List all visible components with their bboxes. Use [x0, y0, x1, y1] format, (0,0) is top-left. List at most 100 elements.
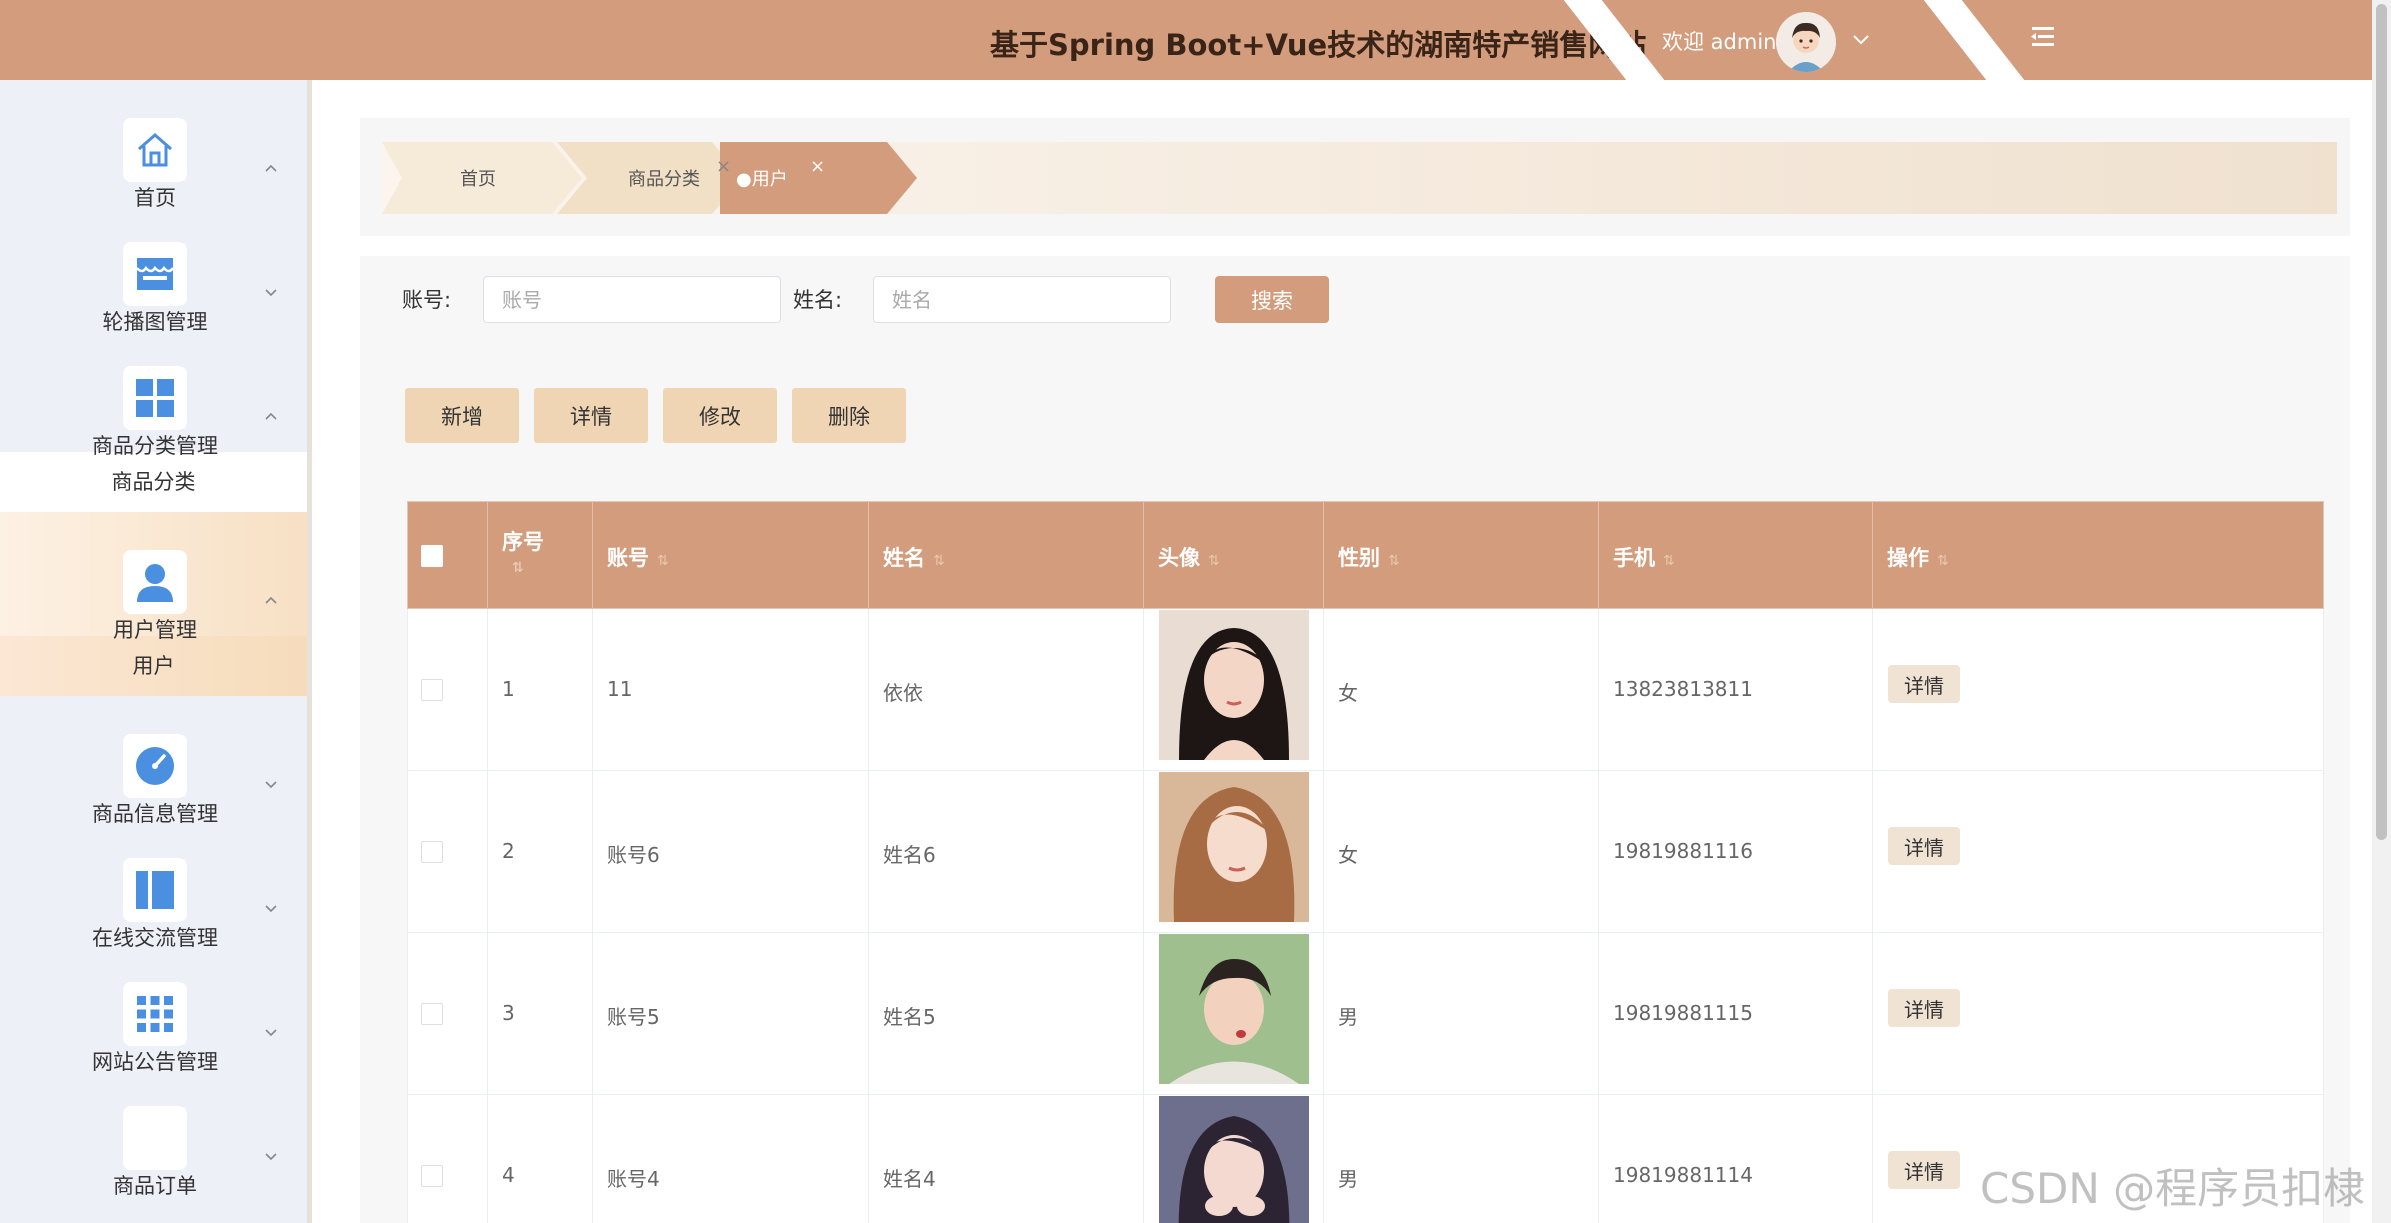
- row-avatar-photo: [1159, 934, 1309, 1084]
- chevron-up-icon: [261, 590, 281, 610]
- column-header-label: 账号: [607, 546, 649, 570]
- tags-view: 首页 商品分类 × ●用户 ×: [360, 118, 2350, 236]
- row-detail-button[interactable]: 详情: [1888, 1151, 1960, 1189]
- row-avatar-photo: [1159, 1096, 1309, 1223]
- delete-button[interactable]: 删除: [792, 388, 906, 443]
- sidebar-item-label: 用户管理: [113, 618, 197, 642]
- tab-home[interactable]: 首页: [460, 142, 496, 214]
- column-phone[interactable]: 手机 ⇅: [1599, 502, 1873, 610]
- user-dropdown-chevron-icon[interactable]: [1848, 26, 1874, 52]
- column-avatar[interactable]: 头像 ⇅: [1144, 502, 1324, 610]
- row-checkbox[interactable]: [421, 841, 443, 863]
- column-header-label: 序号: [502, 530, 544, 554]
- table-header: 序号 ⇅ 账号 ⇅ 姓名 ⇅ 头像 ⇅ 性别 ⇅ 手机 ⇅ 操作 ⇅: [407, 501, 2324, 610]
- search-button[interactable]: 搜索: [1215, 276, 1329, 323]
- row-detail-button[interactable]: 详情: [1888, 665, 1960, 703]
- sidebar-subitem-user[interactable]: 用户: [0, 636, 307, 696]
- tab-user[interactable]: ●用户: [736, 142, 788, 214]
- store-icon: [123, 242, 187, 306]
- row-avatar-photo: [1159, 610, 1309, 760]
- row-detail-button[interactable]: 详情: [1888, 827, 1960, 865]
- page-scrollbar[interactable]: [2372, 0, 2391, 1223]
- row-phone: 19819881115: [1613, 1001, 1753, 1025]
- tab-label: 首页: [460, 169, 496, 190]
- detail-button[interactable]: 详情: [534, 388, 648, 443]
- name-search-input[interactable]: [873, 276, 1171, 323]
- row-gender: 男: [1338, 1167, 1358, 1191]
- menu-collapse-icon[interactable]: [2026, 20, 2060, 54]
- chevron-down-icon: [261, 1022, 281, 1042]
- table-row[interactable]: 3 账号5 姓名5 男 19819881115 详情: [407, 933, 2324, 1095]
- row-phone: 13823813811: [1613, 677, 1753, 701]
- admin-avatar[interactable]: [1776, 12, 1836, 72]
- header-decor-stripe: [1915, 0, 2033, 80]
- column-account[interactable]: 账号 ⇅: [593, 502, 869, 610]
- account-search-input[interactable]: [483, 276, 781, 323]
- chevron-down-icon: [261, 898, 281, 918]
- add-button[interactable]: 新增: [405, 388, 519, 443]
- select-all-checkbox[interactable]: [421, 545, 443, 567]
- column-index[interactable]: 序号 ⇅: [488, 502, 593, 610]
- sidebar-subitem-category[interactable]: 商品分类: [0, 452, 307, 512]
- row-index: 1: [502, 677, 515, 701]
- panel-icon: [123, 858, 187, 922]
- row-index: 2: [502, 839, 515, 863]
- row-account: 账号5: [607, 1005, 660, 1029]
- row-gender: 女: [1338, 681, 1358, 705]
- sidebar-item-product-management[interactable]: 商品信息管理: [0, 696, 307, 826]
- column-header-label: 姓名: [883, 546, 925, 570]
- blank-icon: [123, 1106, 187, 1170]
- row-account: 账号6: [607, 843, 660, 867]
- site-title: 基于Spring Boot+Vue技术的湖南特产销售网站: [990, 28, 1647, 62]
- home-icon: [123, 118, 187, 182]
- row-gender: 男: [1338, 1005, 1358, 1029]
- scrollbar-thumb[interactable]: [2376, 4, 2387, 840]
- sidebar-item-orders[interactable]: 商品订单: [0, 1068, 307, 1198]
- row-gender: 女: [1338, 843, 1358, 867]
- row-checkbox[interactable]: [421, 679, 443, 701]
- sidebar-item-online-chat-management[interactable]: 在线交流管理: [0, 820, 307, 950]
- tab-close-icon[interactable]: ×: [810, 156, 825, 177]
- table-row[interactable]: 1 11 依依 女 13823813811 详情: [407, 609, 2324, 771]
- user-icon: [123, 550, 187, 614]
- sort-icon[interactable]: ⇅: [1388, 553, 1400, 569]
- row-checkbox[interactable]: [421, 1003, 443, 1025]
- sort-icon[interactable]: ⇅: [933, 553, 945, 569]
- sidebar-item-label: 商品订单: [113, 1174, 197, 1198]
- chevron-down-icon: [261, 282, 281, 302]
- row-detail-button[interactable]: 详情: [1888, 989, 1960, 1027]
- tab-category[interactable]: 商品分类: [628, 142, 700, 214]
- sort-icon[interactable]: ⇅: [1208, 553, 1220, 569]
- column-name[interactable]: 姓名 ⇅: [869, 502, 1144, 610]
- sidebar-item-category-management[interactable]: 商品分类管理: [0, 328, 307, 458]
- row-name: 姓名6: [883, 843, 936, 867]
- tab-close-icon[interactable]: ×: [716, 156, 731, 177]
- column-header-label: 性别: [1338, 546, 1380, 570]
- sort-icon[interactable]: ⇅: [657, 553, 669, 569]
- chevron-down-icon: [261, 1146, 281, 1166]
- row-account: 11: [607, 677, 633, 701]
- sort-icon[interactable]: ⇅: [1663, 553, 1675, 569]
- sidebar-item-announcement-management[interactable]: 网站公告管理: [0, 944, 307, 1074]
- sort-icon[interactable]: ⇅: [1937, 553, 1949, 569]
- row-account: 账号4: [607, 1167, 660, 1191]
- sidebar-item-user-management[interactable]: 用户管理: [0, 512, 307, 642]
- name-label: 姓名:: [793, 288, 843, 312]
- column-gender[interactable]: 性别 ⇅: [1324, 502, 1599, 610]
- top-header: 基于Spring Boot+Vue技术的湖南特产销售网站 欢迎 admin: [0, 0, 2391, 80]
- breadcrumb: 首页 商品分类 × ●用户 ×: [382, 142, 2337, 214]
- table-row[interactable]: 2 账号6 姓名6 女 19819881116 详情: [407, 771, 2324, 933]
- row-avatar-photo: [1159, 772, 1309, 922]
- row-name: 姓名5: [883, 1005, 936, 1029]
- edit-button[interactable]: 修改: [663, 388, 777, 443]
- sidebar-item-home[interactable]: 首页: [0, 80, 307, 210]
- sort-icon[interactable]: ⇅: [512, 560, 524, 576]
- row-checkbox[interactable]: [421, 1165, 443, 1187]
- sidebar-item-label: 商品分类管理: [92, 434, 218, 458]
- watermark: CSDN @程序员扣棣: [1980, 1164, 2366, 1213]
- select-all-column: [408, 502, 488, 610]
- row-name: 依依: [883, 681, 923, 705]
- row-index: 4: [502, 1163, 515, 1187]
- sidebar-item-banner-management[interactable]: 轮播图管理: [0, 204, 307, 334]
- column-header-label: 手机: [1613, 546, 1655, 570]
